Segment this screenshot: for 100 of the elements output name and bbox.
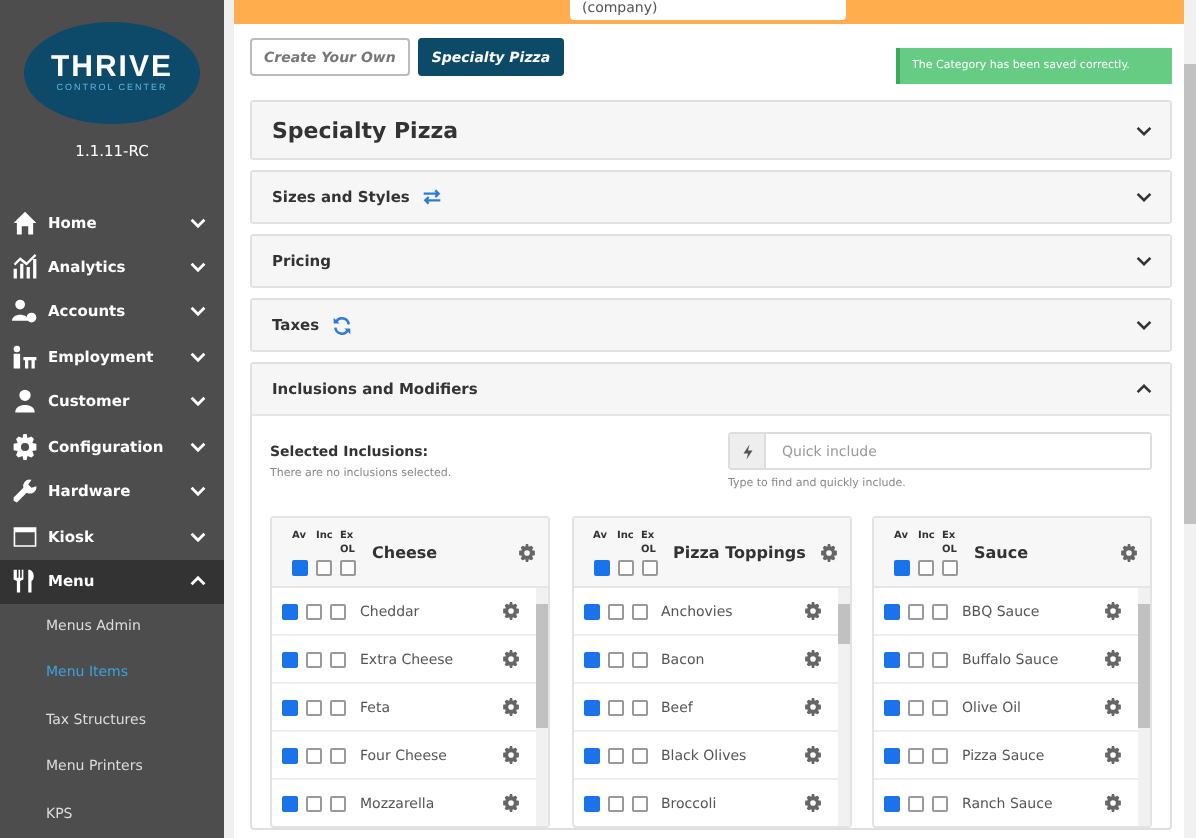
checkbox[interactable]: [908, 651, 924, 667]
chevron-icon: [190, 486, 206, 497]
settings-icon[interactable]: [803, 650, 821, 668]
chevron-icon: [1136, 256, 1152, 266]
checkbox[interactable]: [583, 795, 599, 811]
settings-icon[interactable]: [502, 650, 520, 668]
checkbox[interactable]: [282, 795, 298, 811]
settings-icon[interactable]: [502, 746, 520, 764]
chevron-icon: [190, 396, 206, 407]
chevron-icon: [190, 531, 206, 542]
checkbox[interactable]: [330, 795, 346, 811]
checkbox[interactable]: [607, 699, 623, 715]
checkbox[interactable]: [932, 747, 948, 763]
settings-icon[interactable]: [803, 794, 821, 812]
settings-icon[interactable]: [803, 746, 821, 764]
checkbox[interactable]: [607, 747, 623, 763]
checkbox[interactable]: [282, 651, 298, 667]
wrench-icon: [12, 478, 38, 505]
settings-icon[interactable]: [502, 602, 520, 620]
checkbox[interactable]: [306, 603, 322, 619]
checkbox[interactable]: [330, 699, 346, 715]
swap-icon: [421, 188, 442, 206]
checkbox[interactable]: [583, 747, 599, 763]
chevron-icon: [190, 217, 206, 228]
panel-header[interactable]: Specialty Pizza: [252, 102, 1170, 158]
chevron-icon: [190, 306, 206, 317]
person-icon: [12, 388, 38, 415]
chevron-icon: [190, 262, 206, 273]
page-scrollbar[interactable]: [1184, 0, 1196, 838]
checkbox[interactable]: [607, 795, 623, 811]
checkbox[interactable]: [641, 559, 657, 575]
home-icon: [12, 209, 38, 236]
checkbox[interactable]: [292, 559, 308, 575]
settings-icon[interactable]: [803, 602, 821, 620]
checkbox[interactable]: [631, 651, 647, 667]
settings-icon[interactable]: [1104, 650, 1122, 668]
checkbox[interactable]: [894, 559, 910, 575]
checkbox[interactable]: [932, 699, 948, 715]
group-title: Pizza Toppings: [673, 543, 808, 561]
settings-icon[interactable]: [502, 794, 520, 812]
checkbox[interactable]: [631, 603, 647, 619]
checkbox[interactable]: [282, 603, 298, 619]
scrollbar[interactable]: [837, 588, 849, 826]
bolt-icon: [741, 443, 753, 459]
checkbox[interactable]: [583, 603, 599, 619]
settings-icon[interactable]: [502, 698, 520, 716]
settings-icon[interactable]: [1104, 602, 1122, 620]
people-icon: [12, 343, 38, 370]
checkbox[interactable]: [340, 559, 356, 575]
chevron-icon: [190, 351, 206, 362]
checkbox[interactable]: [631, 795, 647, 811]
checkbox[interactable]: [282, 699, 298, 715]
checkbox[interactable]: [306, 795, 322, 811]
checkbox[interactable]: [908, 795, 924, 811]
chevron-icon: [190, 441, 206, 452]
settings-icon[interactable]: [1104, 698, 1122, 716]
checkbox[interactable]: [330, 747, 346, 763]
settings-icon[interactable]: [803, 698, 821, 716]
refresh-icon: [331, 315, 352, 335]
checkbox[interactable]: [583, 651, 599, 667]
checkbox[interactable]: [282, 747, 298, 763]
group-title: Sauce: [974, 543, 1031, 561]
chevron-icon: [1136, 384, 1152, 394]
checkbox[interactable]: [884, 651, 900, 667]
checkbox[interactable]: [330, 603, 346, 619]
checkbox[interactable]: [908, 699, 924, 715]
checkbox[interactable]: [306, 651, 322, 667]
scrollbar[interactable]: [536, 588, 548, 826]
checkbox[interactable]: [884, 603, 900, 619]
checkbox[interactable]: [316, 559, 332, 575]
checkbox[interactable]: [617, 559, 633, 575]
scrollbar[interactable]: [1138, 588, 1150, 826]
checkbox[interactable]: [607, 603, 623, 619]
checkbox[interactable]: [918, 559, 934, 575]
settings-icon[interactable]: [1104, 746, 1122, 764]
settings-icon[interactable]: [1104, 794, 1122, 812]
settings-icon[interactable]: [518, 543, 536, 561]
chevron-icon: [1136, 125, 1152, 135]
group-title: Cheese: [372, 543, 440, 561]
checkbox[interactable]: [306, 699, 322, 715]
checkbox[interactable]: [607, 651, 623, 667]
checkbox[interactable]: [884, 747, 900, 763]
checkbox[interactable]: [306, 747, 322, 763]
utensils-icon: [12, 568, 38, 595]
checkbox[interactable]: [942, 559, 958, 575]
checkbox[interactable]: [908, 603, 924, 619]
checkbox[interactable]: [908, 747, 924, 763]
checkbox[interactable]: [583, 699, 599, 715]
checkbox[interactable]: [631, 699, 647, 715]
checkbox[interactable]: [593, 559, 609, 575]
checkbox[interactable]: [884, 795, 900, 811]
checkbox[interactable]: [932, 603, 948, 619]
settings-icon[interactable]: [1120, 543, 1138, 561]
chevron-icon: [1136, 192, 1152, 202]
checkbox[interactable]: [631, 747, 647, 763]
checkbox[interactable]: [884, 699, 900, 715]
checkbox[interactable]: [330, 651, 346, 667]
checkbox[interactable]: [932, 651, 948, 667]
settings-icon[interactable]: [819, 543, 837, 561]
checkbox[interactable]: [932, 795, 948, 811]
